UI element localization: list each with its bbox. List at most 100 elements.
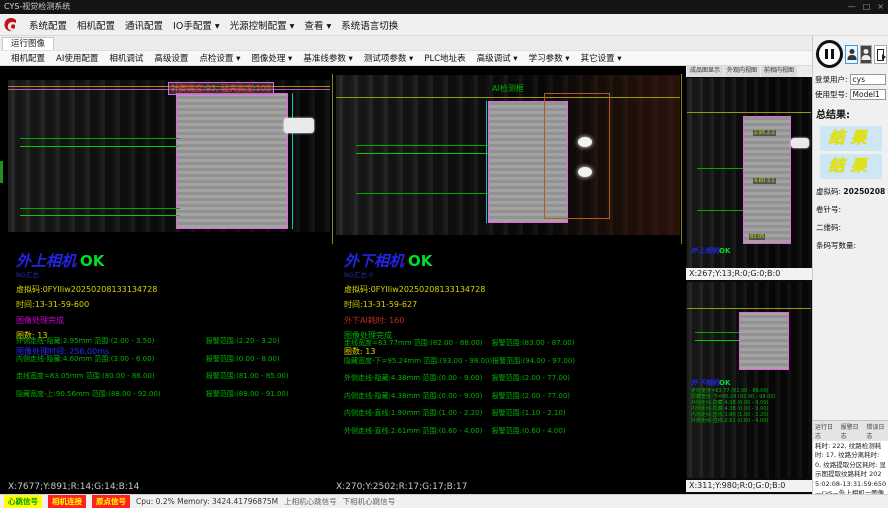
highlight-blob	[578, 137, 592, 147]
left-camera-title: 外上相机OK	[16, 250, 157, 271]
edge-line-cyan	[292, 93, 293, 229]
thumb2-image[interactable]: 外下相机OK 走线宽度=83.77 (82.00 - 88.00)隐藏宽度-下=…	[687, 282, 811, 478]
menu-item[interactable]: 通讯配置	[120, 16, 168, 34]
toolbar-item[interactable]: 学习参数 ▾	[524, 51, 575, 65]
toolbar-item[interactable]: 高级调试 ▾	[472, 51, 523, 65]
origin-signal-badge: 原点信号	[92, 495, 130, 508]
thumb1-mini-result: 外上相机OK	[691, 246, 730, 256]
thumb2-cursor-coords: X:311;Y:980;R:0;G:0;B:0	[686, 480, 812, 492]
annotation-value: 2.95 2.2	[753, 130, 776, 136]
minimize-icon[interactable]: —	[848, 0, 856, 14]
result-box-1: 结果	[820, 126, 882, 151]
main-view-area: 针脚高度:93, 线夹高度:100 外上相机OK NG汇总: 虚拟码:0FYII…	[0, 66, 812, 494]
account-button[interactable]	[860, 45, 873, 64]
tab-run-image[interactable]: 运行图像	[2, 37, 54, 50]
alarm-range: 报警范围:(0.60 - 4.00)	[492, 428, 672, 435]
measure-line-green	[20, 215, 180, 216]
mid-camera-title: 外下相机OK	[344, 250, 485, 271]
exit-arrow-icon	[882, 54, 886, 60]
user-button[interactable]	[845, 45, 858, 64]
measurement-value: 内侧走线-隐藏:4.38mm 范围:(0.00 - 9.00)	[344, 393, 492, 400]
panel-divider	[332, 74, 333, 244]
thumb2-mini-result: 外下相机OK 走线宽度=83.77 (82.00 - 88.00)隐藏宽度-下=…	[691, 378, 775, 424]
measurement-value: 外侧走线-直线:2.61mm 范围:(0.60 - 4.00)	[344, 428, 492, 435]
toolbar-item[interactable]: 测试项参数 ▾	[359, 51, 418, 65]
measure-line-green	[20, 138, 180, 139]
part-region	[176, 93, 288, 229]
overlay-measure-label: 针脚高度:93, 线夹高度:100	[168, 82, 274, 95]
mini-camera-title: 外上相机OK	[691, 246, 730, 256]
thumb1-cursor-coords: X:267;Y:13;R:0;G:0;B:0	[686, 268, 812, 280]
mid-camera-panel: AI检测框 外下相机OK NG汇总:0 虚拟码:0FYIIiw202502081…	[336, 66, 680, 494]
toolbar-item[interactable]: 基准线参数 ▾	[298, 51, 357, 65]
baseline-yellow	[687, 308, 811, 309]
log-tab[interactable]: 错误日志	[864, 421, 888, 441]
qr-code-label: 二维码:	[813, 215, 888, 233]
menu-item[interactable]: 系统配置	[24, 16, 72, 34]
thumbnail-tab[interactable]: 前相内视图	[761, 66, 797, 77]
menu-item[interactable]: 光源控制配置 ▾	[225, 16, 300, 34]
model-field[interactable]: Model1	[850, 89, 886, 100]
thumb1-image[interactable]: 2.95 2.2 4.60 3.1 83.05 外上相机OK	[687, 78, 811, 268]
measurement-value: 内侧走线-隐藏:4.60mm 范围:(3.00 - 6.00)	[16, 356, 206, 363]
log-tab[interactable]: 运行日志	[813, 421, 838, 441]
close-icon[interactable]: ×	[877, 0, 884, 14]
measurement-row: 外侧走线-隐藏:2.95mm 范围:(2.00 - 3.50) 报警范围:(2.…	[16, 338, 322, 345]
clamp-object	[791, 138, 809, 148]
mid-measurement-rows: 走线宽度=83.77mm 范围:(82.00 - 88.00) 报警范围:(83…	[344, 340, 672, 445]
thumbnail-tabs: 成品图显示外观内视图前相内视图	[686, 66, 812, 77]
ok-status: OK	[80, 252, 104, 270]
menu-item[interactable]: 系统语言切换	[336, 16, 403, 34]
thumbnail-tab[interactable]: 成品图显示	[687, 66, 723, 77]
toolbar-item[interactable]: PLC地址表	[419, 51, 470, 65]
exit-button[interactable]	[874, 45, 887, 64]
toolbar-item[interactable]: 图像处理 ▾	[246, 51, 297, 65]
toolbar-item[interactable]: AI使用配置	[51, 51, 103, 65]
measurement-value: 走线宽度=83.77mm 范围:(82.00 - 88.00)	[344, 340, 492, 347]
toolbar-item[interactable]: 相机调试	[104, 51, 148, 65]
left-camera-panel: 针脚高度:93, 线夹高度:100 外上相机OK NG汇总: 虚拟码:0FYII…	[8, 66, 330, 494]
mini-camera-title: 外下相机OK	[691, 378, 775, 388]
left-camera-image[interactable]: 针脚高度:93, 线夹高度:100	[8, 80, 330, 232]
mini-result-line: 外侧走线-直线:2.61 (0.60 - 4.00)	[691, 418, 775, 424]
thumbnail-tab[interactable]: 外观内视图	[724, 66, 760, 77]
toolbar-item[interactable]: 高级设置	[149, 51, 193, 65]
annotation-value: 83.05	[749, 234, 765, 240]
toolbar-item[interactable]: 点检设置 ▾	[194, 51, 245, 65]
user-icon	[864, 49, 869, 54]
heartbeat-badge: 心跳信号	[4, 495, 42, 508]
alarm-range: 报警范围:(0.00 - 8.00)	[206, 356, 322, 363]
menu-item[interactable]: 相机配置	[72, 16, 120, 34]
edge-line-cyan	[486, 101, 487, 223]
control-buttons	[813, 36, 888, 72]
login-user-label: 登录用户:	[815, 74, 848, 85]
measure-line-green	[695, 340, 739, 341]
toolbar-item[interactable]: 相机配置	[6, 51, 50, 65]
annotation-value: 4.60 3.1	[753, 178, 776, 184]
menu-item[interactable]: 查看 ▾	[299, 16, 336, 34]
measurement-value: 隐藏宽度-下=95.24mm 范围:(93.00 - 98.00)	[344, 358, 492, 365]
titlebar[interactable]: CYS-视觉检测系统 — □ ×	[0, 0, 888, 14]
measurement-row: 内侧走线-隐藏:4.60mm 范围:(3.00 - 6.00) 报警范围:(0.…	[16, 356, 322, 363]
log-tab[interactable]: 报警日志	[839, 421, 864, 441]
maximize-icon[interactable]: □	[863, 0, 871, 14]
cpu-memory-status: Cpu: 0.2% Memory: 3424.41796875M	[136, 497, 278, 506]
login-user-field[interactable]: cys	[850, 74, 886, 85]
measurement-row: 外侧走线-隐藏:4.38mm 范围:(0.00 - 9.00) 报警范围:(2.…	[344, 375, 672, 382]
measurement-row: 隐藏宽度-上:90.56mm 范围:(88.00 - 92.00) 报警范围:(…	[16, 391, 322, 398]
ai-box-label: AI检测框	[492, 83, 524, 94]
menu-item[interactable]: IO手配置 ▾	[168, 16, 225, 34]
barcode-line: 虚拟码:0FYIIiw20250208133134728	[16, 284, 157, 295]
toolbar-item[interactable]: 其它设置 ▾	[576, 51, 627, 65]
alarm-range: 报警范围:(89.00 - 91.00)	[206, 391, 322, 398]
alarm-range: 报警范围:(2.00 - 77.00)	[492, 393, 672, 400]
mid-camera-image[interactable]: AI检测框	[336, 75, 680, 235]
status-bar: 心跳信号 相机连接 原点信号 Cpu: 0.2% Memory: 3424.41…	[0, 494, 888, 508]
mid-cursor-coords: X:270;Y:2502;R:17;G:17;B:17	[336, 482, 467, 492]
measurement-row: 内侧走线-直线:1.90mm 范围:(1.00 - 2.20) 报警范围:(1.…	[344, 410, 672, 417]
app-logo-icon	[2, 16, 20, 34]
measurement-row: 外侧走线-直线:2.61mm 范围:(0.60 - 4.00) 报警范围:(0.…	[344, 428, 672, 435]
pause-button[interactable]	[816, 40, 843, 68]
left-measurement-rows: 外侧走线-隐藏:2.95mm 范围:(2.00 - 3.50) 报警范围:(2.…	[16, 338, 322, 408]
measure-line-green	[695, 332, 739, 333]
